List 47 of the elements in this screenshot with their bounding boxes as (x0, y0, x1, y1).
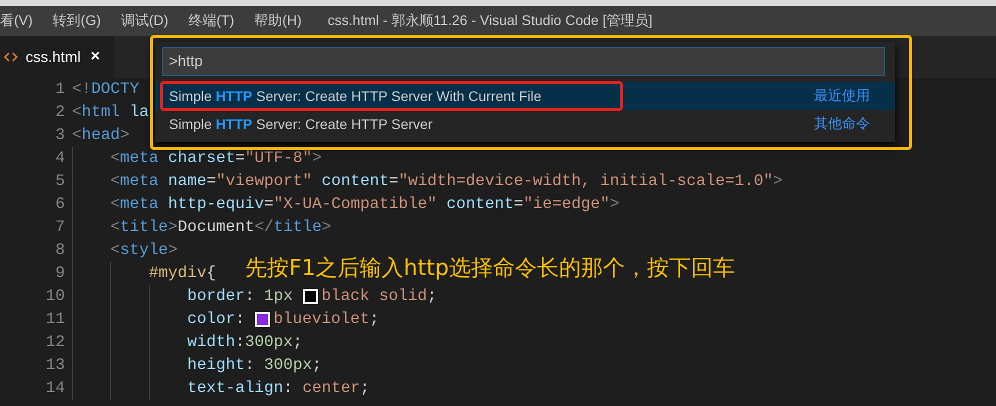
line-number: 6 (54, 194, 65, 215)
command-category: 最近使用 (814, 87, 870, 105)
code-text: #mydiv{ (148, 263, 216, 284)
command-item[interactable]: Simple HTTP Server: Create HTTP Server 其他命令 (155, 110, 895, 138)
line-number: 1 (54, 79, 65, 100)
line-number: 4 (54, 148, 65, 169)
code-file-icon (4, 52, 18, 62)
line-number: 12 (44, 332, 65, 353)
line-number: 5 (54, 171, 65, 192)
code-text: border: 1px (187, 286, 294, 307)
line-number: 8 (54, 240, 65, 261)
code-text: blueviolet; (273, 309, 380, 330)
line-number: 13 (44, 355, 65, 376)
command-label: Simple HTTP Server: Create HTTP Server (169, 116, 432, 132)
menu-item[interactable]: 转到(G) (52, 12, 101, 30)
annotation-text: 先按F1之后输入http选择命令长的那个，按下回车 (245, 256, 735, 281)
line-number: 14 (44, 378, 65, 399)
code-text: text-align: center; (187, 378, 370, 399)
code-text: <html la (72, 102, 149, 123)
code-text: <title>Document</title> (110, 217, 332, 238)
menu-item[interactable]: 帮助(H) (254, 12, 302, 30)
line-number: 10 (44, 286, 65, 307)
menu-item[interactable]: 终端(T) (188, 12, 234, 30)
command-label: Simple HTTP Server: Create HTTP Server With Current File (169, 88, 542, 104)
code-text: <meta http-equiv="X-UA-Compatible" content="ie=edge"> (110, 194, 620, 215)
line-number: 2 (54, 102, 65, 123)
close-button[interactable]: × (88, 48, 102, 66)
code-text: <meta charset="UTF-8"> (110, 148, 322, 169)
line-number: 11 (44, 309, 65, 330)
code-text: <style> (110, 240, 178, 261)
line-number: 9 (54, 263, 65, 284)
command-category: 其他命令 (814, 115, 870, 133)
menu-item[interactable]: 看(V) (0, 12, 33, 30)
code-text: width:300px; (187, 332, 302, 353)
editor-tab[interactable]: css.html × (0, 36, 114, 78)
line-number: 3 (54, 125, 65, 146)
code-text: <!DOCTY (72, 79, 140, 100)
code-text: height: 300px; (187, 355, 322, 376)
code-text: color: (187, 309, 246, 330)
code-text: black solid; (321, 286, 437, 307)
code-text: <meta name="viewport" content="width=device-width, initial-scale=1.0"> (110, 171, 783, 192)
command-input[interactable]: >http (162, 47, 885, 76)
menu-item[interactable]: 调试(D) (120, 12, 168, 30)
window-title: css.html - 郭永顺11.26 - Visual Studio Code [管理员] (328, 12, 652, 30)
line-number: 7 (54, 217, 65, 238)
code-text: <head> (72, 125, 130, 146)
command-item[interactable]: Simple HTTP Server: Create HTTP Server With Current File 最近使用 (155, 82, 895, 110)
